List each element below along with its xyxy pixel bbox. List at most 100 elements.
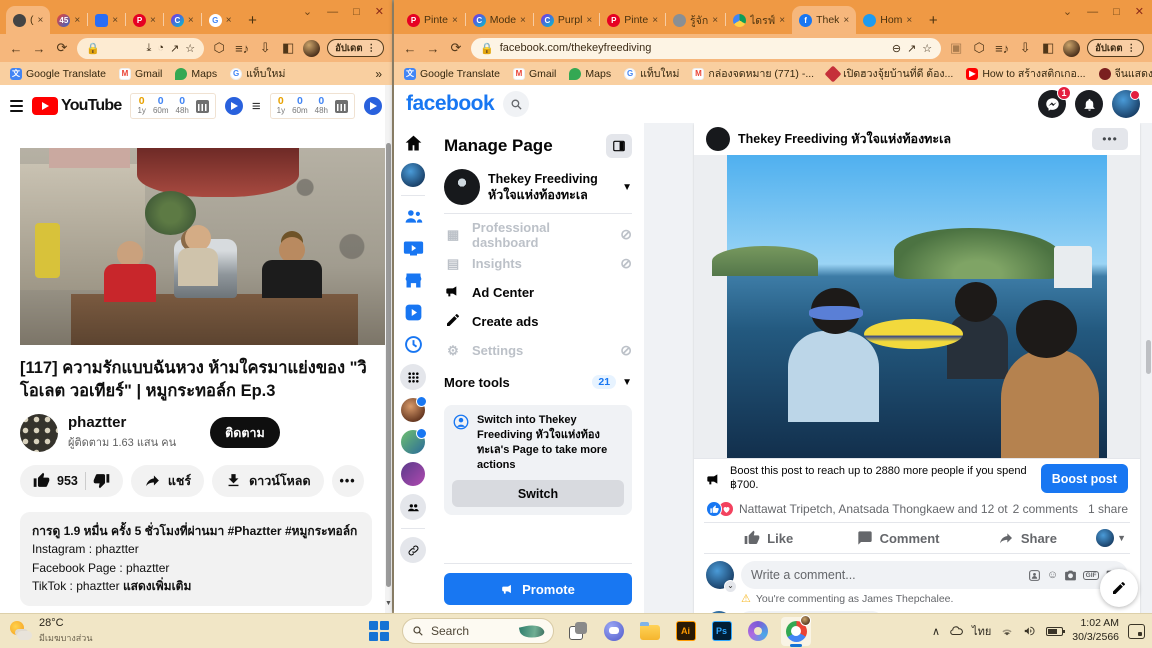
chart-icon[interactable] [335,99,348,113]
notification-center-icon[interactable] [1128,623,1145,639]
tab-search-icon[interactable]: ⌄ [303,5,312,18]
back-button[interactable]: ← [8,41,24,56]
emoji-icon[interactable]: ☺ [1047,569,1058,581]
tab-youtube-active[interactable]: ( × [6,6,51,34]
gif-icon[interactable]: GIF [1083,570,1099,580]
reactions-names[interactable]: Nattawat Tripetch, Anatsada Thongkaew an… [739,502,1008,516]
tab-3[interactable]: × [88,6,125,34]
split-view-icon[interactable]: ◧ [280,40,296,56]
forward-button[interactable]: → [425,41,441,56]
chat-button[interactable] [601,619,626,644]
tab-5[interactable]: C × [164,6,201,34]
tab-6[interactable]: G × [202,6,239,34]
profile-avatar[interactable] [1063,39,1081,57]
menu-icon[interactable] [10,99,24,113]
shortcut-avatar-2[interactable] [401,428,427,454]
battery-icon[interactable] [1046,626,1066,636]
thumbs-down-icon[interactable] [93,472,110,489]
page-selector[interactable]: Thekey Freediving หัวใจแห่งท้องทะเล ▼ [444,169,632,205]
tab-2[interactable]: 45 × [50,6,87,34]
tab-pinterest-2[interactable]: P Pinte × [600,6,665,34]
extension-icon[interactable] [224,97,243,115]
comment-button[interactable]: Comment [833,525,962,551]
tab-canva-1[interactable]: C Mode × [466,6,533,34]
like-button[interactable]: Like [704,525,833,551]
reload-button[interactable]: ⟳ [54,40,70,56]
profile-rail-avatar[interactable] [401,163,425,187]
shortcut-avatar-1[interactable] [401,396,427,422]
close-button[interactable]: ✕ [1135,5,1144,18]
bookmark-maps[interactable]: Maps [175,67,217,80]
bookmark-mailbox[interactable]: M กล่องจดหมาย (771) -... [692,65,814,82]
minimize-button[interactable]: — [327,6,338,18]
browser-swirl-button[interactable] [745,619,770,644]
share-button[interactable]: แชร์ [130,464,205,497]
bookmark-china[interactable]: จีนแสดงจีน [1098,65,1152,82]
marketplace-icon[interactable] [401,268,425,292]
forward-button[interactable]: → [31,41,47,56]
share-button[interactable]: Share [963,525,1092,551]
link-icon[interactable] [400,537,426,563]
extension-icon[interactable] [364,97,382,115]
tab-close-icon[interactable]: × [906,15,912,26]
camera-icon[interactable] [1064,569,1077,582]
tab-4[interactable]: P × [126,6,163,34]
playlist-icon[interactable]: ≡♪ [994,41,1010,56]
comment-as-selector[interactable]: ▼ [1092,529,1130,547]
maximize-button[interactable]: □ [353,6,360,18]
playlist-icon[interactable]: ≡♪ [234,41,250,56]
channel-name[interactable]: phaztter [68,414,176,431]
tab-close-icon[interactable]: × [74,15,80,26]
tab-drive[interactable]: ไดรฟ์ × [726,6,792,34]
tab-close-icon[interactable]: × [652,15,658,26]
share-icon[interactable]: ↗ [907,42,916,55]
tab-close-icon[interactable]: × [843,15,849,26]
profile-avatar[interactable] [303,39,321,57]
search-icon[interactable] [503,91,530,117]
more-actions-button[interactable]: ••• [331,464,364,497]
promote-button[interactable]: Promote [444,573,632,605]
update-button[interactable]: อัปเดต ⋮ [327,39,384,57]
chrome-button-active[interactable] [781,614,811,647]
bookmark-star-icon[interactable]: ☆ [922,42,932,55]
onedrive-cloud-icon[interactable] [949,624,963,638]
tab-close-icon[interactable]: × [452,15,458,26]
friends-icon[interactable] [401,204,425,228]
post-author-avatar[interactable] [706,127,730,151]
photoshop-button[interactable]: Ps [709,619,734,644]
bookmark-new-tab[interactable]: G แท็บใหม่ [624,65,679,82]
bookmark-google-translate[interactable]: 文 Google Translate [404,67,500,80]
tab-pinterest-1[interactable]: P Pinte × [400,6,465,34]
widget-menu-icon[interactable]: ≡ [252,98,261,115]
video-player[interactable] [20,148,387,345]
like-dislike-pill[interactable]: 953 [20,464,123,497]
shares-count[interactable]: 1 share [1088,502,1128,516]
back-button[interactable]: ← [402,41,418,56]
tab-close-icon[interactable]: × [520,15,526,26]
messenger-button[interactable]: 1 [1038,86,1071,118]
commenter-avatar[interactable] [706,561,737,593]
post-author-name[interactable]: Thekey Freediving หัวใจแห่งท้องทะเล [738,129,1084,149]
group-icon[interactable] [400,494,426,520]
scrollbar-thumb[interactable] [386,143,391,587]
weather-widget[interactable]: 28°C มีเมฆบางส่วน [0,617,102,644]
downloads-icon[interactable]: ⇩ [257,40,273,56]
clock[interactable]: 1:02 AM 30/3/2566 [1072,617,1119,644]
scrollbar[interactable]: ▼ [385,85,392,613]
tab-search-icon[interactable]: ⌄ [1063,5,1072,18]
tab-site[interactable]: รู้จัก × [666,6,725,34]
sidepanel-icon[interactable]: ▣ [948,40,964,56]
menu-create-ads[interactable]: Create ads [444,307,632,336]
tab-close-icon[interactable]: × [712,15,718,26]
speed-icon[interactable]: ◔ [157,42,164,54]
notifications-button[interactable] [1075,90,1103,118]
switch-button[interactable]: Switch [452,480,624,508]
compose-button[interactable] [1100,569,1138,607]
new-tab-button[interactable]: + [243,10,263,30]
extensions-icon[interactable]: ⬡ [971,40,987,56]
install-icon[interactable]: ⤓ [147,42,152,55]
bookmark-maps[interactable]: Maps [569,67,611,80]
reload-button[interactable]: ⟳ [448,40,464,56]
scroll-down-arrow[interactable]: ▼ [385,600,392,607]
facebook-logo[interactable]: facebook [406,92,495,116]
